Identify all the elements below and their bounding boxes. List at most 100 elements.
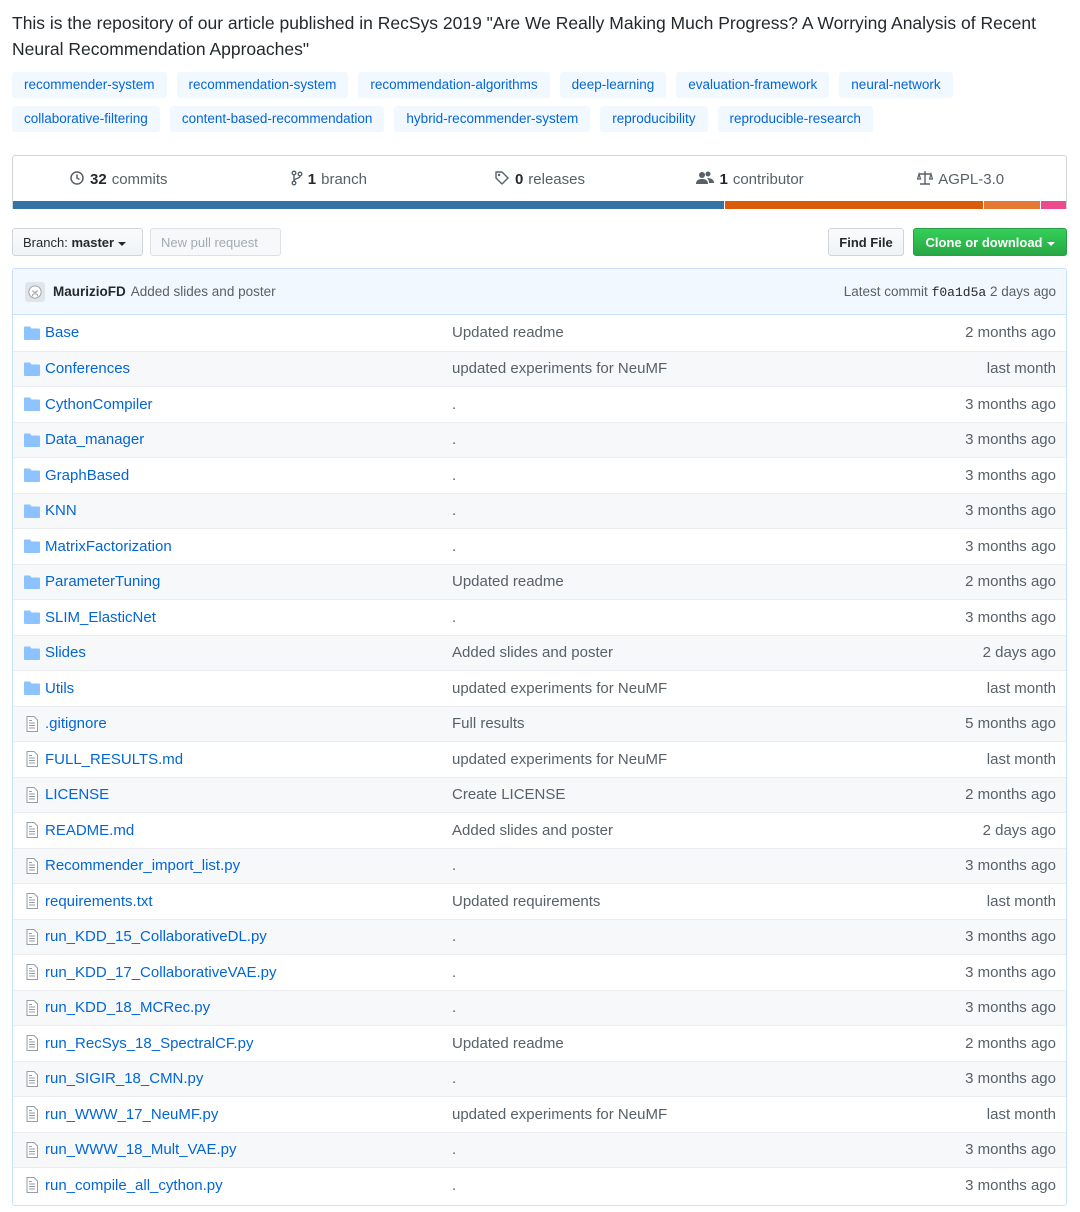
find-file-button[interactable]: Find File: [828, 228, 904, 256]
people-icon: [696, 170, 715, 190]
file-commit-message[interactable]: Updated requirements: [452, 893, 1066, 910]
contributors-link[interactable]: 1 contributor: [645, 170, 856, 190]
file-row: run_WWW_18_Mult_VAE.py. 3 months ago: [13, 1131, 1066, 1167]
file-name-link[interactable]: run_compile_all_cython.py: [45, 1177, 452, 1194]
file-icon: [24, 715, 40, 732]
releases-count: 0: [514, 171, 524, 188]
file-name-link[interactable]: Base: [45, 324, 452, 341]
file-name-link[interactable]: FULL_RESULTS.md: [45, 751, 452, 768]
topic-tag[interactable]: content-based-recommendation: [169, 106, 385, 132]
commit-author[interactable]: MaurizioFD: [53, 284, 126, 299]
folder-icon: [24, 610, 40, 625]
file-name-link[interactable]: README.md: [45, 822, 452, 839]
language-segment[interactable]: [984, 201, 1040, 209]
file-row: run_SIGIR_18_CMN.py. 3 months ago: [13, 1060, 1066, 1096]
file-name-link[interactable]: requirements.txt: [45, 893, 452, 910]
topic-tag[interactable]: evaluation-framework: [676, 72, 830, 98]
language-segment[interactable]: [13, 201, 724, 209]
file-commit-message[interactable]: updated experiments for NeuMF: [452, 360, 1066, 377]
commit-message[interactable]: Added slides and poster: [131, 284, 276, 299]
file-age: 3 months ago: [965, 928, 1056, 946]
file-commit-message[interactable]: Added slides and poster: [452, 644, 1066, 661]
file-age: 2 months ago: [965, 1034, 1056, 1052]
file-name-link[interactable]: Conferences: [45, 360, 452, 377]
file-row: run_RecSys_18_SpectralCF.py Updated readm…: [13, 1025, 1066, 1061]
file-name-link[interactable]: .gitignore: [45, 715, 452, 732]
avatar[interactable]: [25, 281, 45, 302]
file-name-link[interactable]: Slides: [45, 644, 452, 661]
file-name-link[interactable]: run_WWW_17_NeuMF.py: [45, 1106, 452, 1123]
language-bar[interactable]: [13, 201, 1066, 209]
commits-count: 32: [90, 171, 107, 188]
file-commit-message[interactable]: updated experiments for NeuMF: [452, 751, 1066, 768]
caret-down-icon: [1046, 241, 1055, 246]
file-name-link[interactable]: run_SIGIR_18_CMN.py: [45, 1070, 452, 1087]
file-row: MatrixFactorization. 3 months ago: [13, 528, 1066, 564]
file-row: Conferences updated experiments for NeuMF…: [13, 350, 1066, 386]
file-name-link[interactable]: Data_manager: [45, 431, 452, 448]
file-age: last month: [986, 360, 1056, 378]
file-icon: [24, 1035, 40, 1052]
file-row: ParameterTuning Updated readme 2 months ag…: [13, 563, 1066, 599]
file-name-link[interactable]: MatrixFactorization: [45, 538, 452, 555]
file-name-link[interactable]: KNN: [45, 502, 452, 519]
file-icon: [24, 751, 40, 768]
file-row: SLIM_ElasticNet. 3 months ago: [13, 599, 1066, 635]
file-name-link[interactable]: GraphBased: [45, 467, 452, 484]
folder-icon: [24, 326, 40, 340]
topic-tag[interactable]: recommendation-system: [176, 72, 349, 98]
topic-tag[interactable]: reproducibility: [600, 106, 708, 132]
branch-icon: [291, 170, 303, 190]
releases-link[interactable]: 0 releases: [434, 170, 645, 190]
file-name-link[interactable]: run_KDD_17_CollaborativeVAE.py: [45, 964, 452, 981]
file-name-link[interactable]: ParameterTuning: [45, 573, 452, 590]
file-row: run_compile_all_cython.py. 3 months ago: [13, 1167, 1066, 1203]
file-commit-message[interactable]: updated experiments for NeuMF: [452, 1106, 1066, 1123]
github-icon: [28, 284, 42, 299]
file-commit-message[interactable]: Added slides and poster: [452, 822, 1066, 839]
file-name-link[interactable]: run_KDD_18_MCRec.py: [45, 999, 452, 1016]
commit-sha[interactable]: f0a1d5a: [932, 285, 987, 300]
file-age: 2 months ago: [965, 573, 1056, 591]
new-pull-request-button[interactable]: New pull request: [150, 228, 281, 256]
latest-commit-bar: MaurizioFD Added slides and poster Lates…: [13, 269, 1066, 315]
releases-label: releases: [528, 171, 585, 188]
folder-icon: [24, 433, 40, 447]
file-name-link[interactable]: Recommender_import_list.py: [45, 857, 452, 874]
topic-tag[interactable]: recommender-system: [12, 72, 167, 98]
license-link[interactable]: AGPL-3.0: [855, 170, 1066, 190]
file-name-link[interactable]: run_WWW_18_Mult_VAE.py: [45, 1141, 452, 1158]
file-commit-message[interactable]: updated experiments for NeuMF: [452, 680, 1066, 697]
file-age: 3 months ago: [965, 1141, 1056, 1159]
file-name-link[interactable]: SLIM_ElasticNet: [45, 609, 452, 626]
latest-commit-info: Latest commit f0a1d5a 2 days ago: [844, 269, 1056, 314]
folder-icon: [24, 575, 40, 589]
topic-tag[interactable]: collaborative-filtering: [12, 106, 160, 132]
topic-tag[interactable]: hybrid-recommender-system: [394, 106, 591, 132]
file-name-link[interactable]: run_KDD_15_CollaborativeDL.py: [45, 928, 452, 945]
topic-tag[interactable]: recommendation-algorithms: [358, 72, 550, 98]
topic-tag[interactable]: deep-learning: [559, 72, 667, 98]
commits-link[interactable]: 32 commits: [13, 170, 224, 190]
language-segment[interactable]: [1040, 201, 1066, 209]
file-name-link[interactable]: CythonCompiler: [45, 396, 452, 413]
language-segment[interactable]: [724, 201, 984, 209]
file-row: run_KDD_18_MCRec.py. 3 months ago: [13, 989, 1066, 1025]
branch-label: branch: [321, 171, 367, 188]
file-age: 3 months ago: [965, 963, 1056, 981]
file-name-link[interactable]: LICENSE: [45, 786, 452, 803]
folder-icon: [24, 504, 40, 518]
branch-select-button[interactable]: Branch: master: [12, 228, 143, 256]
file-icon: [24, 999, 40, 1016]
repo-summary: 32 commits 1 branch 0 releases 1 contrib…: [12, 155, 1067, 209]
topic-tag[interactable]: reproducible-research: [717, 106, 873, 132]
branch-link[interactable]: 1 branch: [224, 170, 435, 190]
file-name-link[interactable]: Utils: [45, 680, 452, 697]
file-icon: [24, 964, 40, 981]
clone-download-button[interactable]: Clone or download: [913, 228, 1067, 256]
file-name-link[interactable]: run_RecSys_18_SpectralCF.py: [45, 1035, 452, 1052]
file-age: 3 months ago: [965, 608, 1056, 626]
file-age: 2 months ago: [965, 786, 1056, 804]
topic-tag[interactable]: neural-network: [839, 72, 953, 98]
file-icon: [24, 1177, 40, 1194]
